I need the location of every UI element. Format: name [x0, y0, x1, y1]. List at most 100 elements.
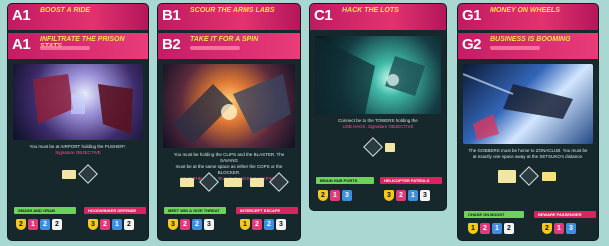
card-artwork — [163, 64, 295, 148]
pips-right: 2 1 3 — [542, 221, 576, 235]
white-pip: 3 — [276, 218, 286, 230]
blue-pip: 2 — [40, 218, 50, 230]
objective-hex-icon — [269, 172, 289, 192]
token-icon — [542, 171, 556, 181]
shield-pip: 2 — [318, 189, 328, 201]
instruction-highlight: Signature OBJECTIVE — [55, 150, 101, 155]
pips-right: 3 2 1 3 — [384, 188, 430, 202]
card-g[interactable]: G1 MONEY ON WHEELS G2 BUSINESS IS BOOMIN… — [458, 4, 598, 240]
red-pip: 2 — [180, 218, 190, 230]
shield-pip: 2 — [16, 218, 26, 230]
card-code: A1 — [12, 7, 31, 24]
card-instructions: You must be at AIRPORT holding the PUSHE… — [16, 144, 140, 156]
mission-bar-green: SMASH AND GRAB — [14, 207, 76, 214]
card-code: G2 — [462, 36, 482, 53]
card-artwork — [463, 64, 593, 144]
card-header-a1: A1 BOOST A RIDE — [8, 4, 148, 30]
token-icon — [224, 177, 242, 187]
card-artwork — [315, 36, 441, 114]
mission-bar-pink: BEWARE PASSENGER — [534, 211, 596, 218]
card-code: B1 — [162, 7, 181, 24]
card-title: HACK THE LOTS — [342, 7, 399, 14]
artwork-figures — [315, 36, 425, 114]
card-title: TAKE IT FOR A SPIN — [190, 36, 259, 43]
blue-pip: 2 — [192, 218, 202, 230]
objective-hex-icon — [519, 166, 539, 186]
red-pip: 2 — [480, 222, 490, 234]
card-title: MONEY ON WHEELS — [490, 7, 560, 14]
card-artwork — [13, 64, 143, 140]
card-header-g1: G1 MONEY ON WHEELS — [458, 4, 598, 30]
card-a[interactable]: A1 BOOST A RIDE A1 INFILTRATE THE PRISON… — [8, 4, 148, 240]
card-header-a1-second: A1 INFILTRATE THE PRISON STATS — [8, 33, 148, 59]
card-code: A1 — [12, 36, 31, 53]
instruction-highlight: USB HACK. Signature OBJECTIVE — [342, 124, 414, 129]
instruction-line: You must be holding the CLIPS and the BL… — [173, 152, 285, 163]
token-icon — [250, 177, 264, 187]
white-pip: 2 — [124, 218, 134, 230]
mission-bar-green: MEET WIN & GIVE THREAT — [164, 207, 226, 214]
blue-pip: 1 — [408, 189, 418, 201]
pips-left: 3 2 2 3 — [168, 217, 214, 231]
header-underline — [190, 46, 240, 50]
instruction-line: at exactly one space away at the SETSUKO… — [472, 154, 584, 159]
white-pip: 3 — [420, 189, 430, 201]
pips-right: 3 2 1 2 — [88, 217, 134, 231]
card-icon-row — [363, 137, 395, 157]
card-c[interactable]: C1 HACK THE LOTS Connect be to the TOWER… — [310, 4, 446, 210]
card-icon-row — [62, 164, 98, 184]
pips-right: 1 2 2 3 — [240, 217, 286, 231]
white-pip: 2 — [52, 218, 62, 230]
blue-pip: 3 — [342, 189, 352, 201]
artwork-figures — [173, 74, 291, 144]
token-icon — [498, 169, 516, 183]
shield-pip: 1 — [468, 222, 478, 234]
red-pip: 2 — [100, 218, 110, 230]
card-title: SCOUR THE ARMS LABS — [190, 7, 275, 14]
red-pip: 2 — [396, 189, 406, 201]
artwork-figures — [463, 73, 573, 140]
card-instructions: The GOBBERS must be home to ZONACLUB. Yo… — [466, 148, 590, 160]
shield-pip: 1 — [240, 218, 250, 230]
shield-pip: 3 — [168, 218, 178, 230]
blue-pip: 1 — [492, 222, 502, 234]
card-header-c1: C1 HACK THE LOTS — [310, 4, 446, 30]
card-code: C1 — [314, 7, 333, 24]
card-code: B2 — [162, 36, 181, 53]
mission-bar-green: BRAIN HUB PORTS — [316, 177, 374, 184]
mission-bar-pink: HELICOPTER PATROLS — [380, 177, 442, 184]
blue-pip: 2 — [264, 218, 274, 230]
red-pip: 1 — [554, 222, 564, 234]
objective-hex-icon — [78, 164, 98, 184]
card-header-b1: B1 SCOUR THE ARMS LABS — [158, 4, 300, 30]
token-icon — [62, 169, 76, 179]
pips-left: 2 1 2 2 — [16, 217, 62, 231]
card-instructions: Connect be to the TOWERS holding the USB… — [318, 118, 438, 130]
mission-bar-pink: HOODWINKER DEFENSE — [84, 207, 146, 214]
shield-pip: 3 — [88, 218, 98, 230]
pips-left: 2 1 3 — [318, 188, 352, 202]
card-code: G1 — [462, 7, 482, 24]
header-underline — [40, 46, 90, 50]
token-icon — [385, 142, 395, 152]
red-pip: 2 — [252, 218, 262, 230]
white-pip: 3 — [204, 218, 214, 230]
artwork-figures — [33, 74, 133, 134]
header-underline — [490, 46, 540, 50]
card-icon-row — [498, 166, 556, 186]
blue-pip: 1 — [112, 218, 122, 230]
objective-hex-icon — [199, 172, 219, 192]
mission-bar-green: CHASE ON BOOST — [464, 211, 524, 218]
token-icon — [180, 177, 194, 187]
objective-hex-icon — [363, 137, 383, 157]
shield-pip: 2 — [542, 222, 552, 234]
shield-pip: 3 — [384, 189, 394, 201]
white-pip: 2 — [504, 222, 514, 234]
card-icon-row — [180, 172, 289, 192]
mission-bar-pink: INTERCEPT ESCAPE — [236, 207, 298, 214]
card-b[interactable]: B1 SCOUR THE ARMS LABS B2 TAKE IT FOR A … — [158, 4, 300, 240]
red-pip: 1 — [28, 218, 38, 230]
card-header-g2: G2 BUSINESS IS BOOMING — [458, 33, 598, 59]
blue-pip: 3 — [566, 222, 576, 234]
red-pip: 1 — [330, 189, 340, 201]
